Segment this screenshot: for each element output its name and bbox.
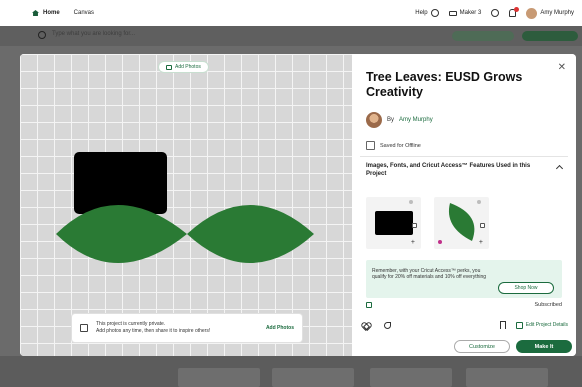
author-link[interactable]: Amy Murphy bbox=[399, 117, 433, 123]
background-card bbox=[272, 368, 354, 387]
help-icon bbox=[430, 9, 439, 17]
status-dot bbox=[409, 200, 413, 204]
leaf-preview-shape bbox=[448, 203, 475, 241]
by-label: By bbox=[387, 117, 395, 123]
preview-artwork bbox=[56, 152, 314, 263]
heart-icon[interactable] bbox=[362, 322, 370, 329]
share-icon[interactable] bbox=[384, 321, 391, 329]
image-thumbnail-leaf[interactable]: + bbox=[434, 197, 489, 249]
camera-frame-icon bbox=[80, 324, 88, 332]
machine-icon bbox=[448, 10, 457, 16]
make-it-button[interactable]: Make It bbox=[516, 340, 572, 353]
project-preview: Add Photos This project is currently pri… bbox=[20, 54, 352, 356]
machine-button[interactable]: Maker 3 bbox=[448, 10, 482, 16]
saved-offline-row: Saved for Offline bbox=[366, 141, 421, 150]
search-icon bbox=[38, 31, 46, 39]
modal-footer: Customize Make It bbox=[454, 340, 572, 353]
edit-project-details-link[interactable]: Edit Project Details bbox=[526, 322, 568, 328]
top-nav: Home Canvas Help Maker 3 Amy Murphy bbox=[0, 0, 582, 26]
notification-bell-icon[interactable] bbox=[509, 7, 520, 17]
promo-text: Remember, with your Cricut Access™ perks… bbox=[372, 268, 487, 280]
help-button[interactable]: Help bbox=[415, 9, 439, 17]
nav-right: Help Maker 3 Amy Murphy bbox=[415, 7, 574, 19]
home-link[interactable]: Home bbox=[32, 10, 60, 16]
rectangle-preview bbox=[375, 211, 413, 235]
author-avatar bbox=[366, 112, 382, 128]
private-line-1: This project is currently private. bbox=[96, 321, 166, 327]
search-bar: Type what you are looking for... bbox=[0, 26, 582, 46]
background-card bbox=[178, 368, 260, 387]
background-card bbox=[370, 368, 452, 387]
features-section-title: Images, Fonts, and Cricut Access™ Featur… bbox=[366, 163, 531, 177]
saved-offline-checkbox[interactable] bbox=[366, 141, 375, 150]
canvas-link[interactable]: Canvas bbox=[74, 10, 94, 16]
question-icon[interactable] bbox=[491, 9, 500, 17]
add-photos-link[interactable]: Add Photos bbox=[266, 325, 294, 331]
search-input[interactable]: Type what you are looking for... bbox=[52, 31, 135, 37]
subscribed-filter-pill bbox=[452, 31, 514, 41]
bookmark-icon[interactable] bbox=[499, 321, 506, 329]
chevron-up-icon[interactable] bbox=[555, 164, 564, 173]
divider bbox=[360, 156, 568, 157]
project-actions: Edit Project Details bbox=[362, 320, 568, 330]
black-rectangle-shape bbox=[74, 152, 167, 214]
background-gallery bbox=[0, 356, 582, 387]
image-thumbnail-rectangle[interactable]: + bbox=[366, 197, 421, 249]
author-row: By Amy Murphy bbox=[366, 112, 433, 128]
saved-offline-label: Saved for Offline bbox=[380, 142, 421, 149]
home-label: Home bbox=[43, 10, 60, 16]
access-promo: Remember, with your Cricut Access™ perks… bbox=[366, 260, 562, 298]
plus-icon[interactable]: + bbox=[479, 239, 483, 246]
new-project-pill bbox=[522, 31, 578, 41]
private-notice-text: This project is currently private. Add p… bbox=[96, 321, 258, 335]
close-icon[interactable]: ✕ bbox=[558, 62, 566, 73]
project-title: Tree Leaves: EUSD Grows Creativity bbox=[366, 70, 523, 99]
project-modal: Add Photos This project is currently pri… bbox=[20, 54, 576, 356]
select-box-icon[interactable] bbox=[412, 223, 417, 228]
plus-icon[interactable]: + bbox=[411, 239, 415, 246]
left-leaf-shape bbox=[56, 205, 187, 263]
user-menu[interactable]: Amy Murphy bbox=[526, 7, 574, 19]
machine-label: Maker 3 bbox=[459, 10, 482, 16]
subscription-bar: Subscribed bbox=[366, 300, 562, 310]
right-leaf-shape bbox=[187, 205, 314, 263]
access-badge-icon bbox=[438, 240, 442, 244]
project-details-panel: ✕ Tree Leaves: EUSD Grows Creativity By … bbox=[352, 54, 576, 356]
private-line-2: Add photos any time, then share it to in… bbox=[96, 328, 211, 334]
home-icon bbox=[32, 10, 39, 16]
customize-button[interactable]: Customize bbox=[454, 340, 510, 353]
user-name: Amy Murphy bbox=[540, 10, 574, 16]
shop-now-button[interactable]: Shop Now bbox=[498, 282, 554, 294]
select-box-icon[interactable] bbox=[480, 223, 485, 228]
subscription-icon bbox=[366, 302, 372, 308]
background-card bbox=[466, 368, 548, 387]
avatar bbox=[526, 7, 538, 19]
subscribed-label: Subscribed bbox=[534, 302, 562, 308]
help-label: Help bbox=[415, 10, 428, 16]
edit-icon bbox=[515, 321, 523, 329]
private-notice: This project is currently private. Add p… bbox=[72, 314, 302, 342]
